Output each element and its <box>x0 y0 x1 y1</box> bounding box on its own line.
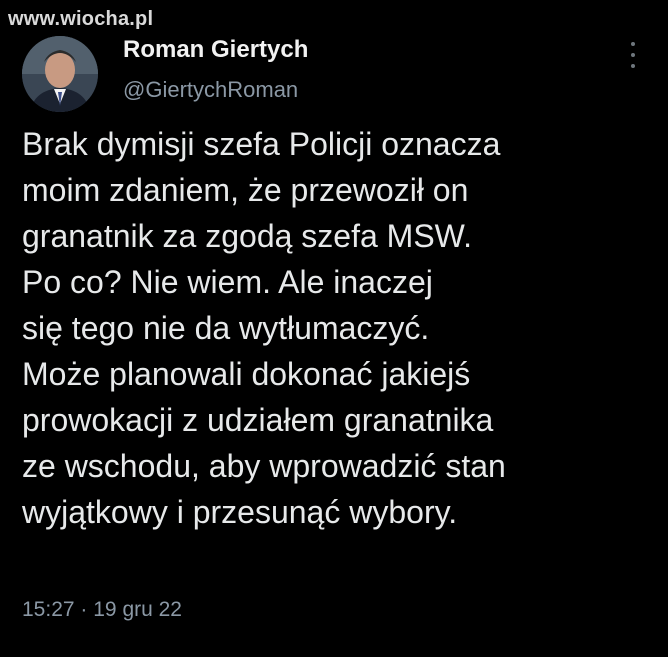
tweet-line: Brak dymisji szefa Policji oznacza <box>22 126 501 162</box>
tweet-card: www.wiocha.pl Roman Giertych @GiertychRo… <box>0 0 668 657</box>
tweet-line: granatnik za zgodą szefa MSW. <box>22 218 472 254</box>
tweet-time: 15:27 <box>22 598 75 621</box>
tweet-line: moim zdaniem, że przewoził on <box>22 172 469 208</box>
avatar-image <box>22 36 98 112</box>
meta-separator: · <box>80 598 88 621</box>
more-vertical-icon[interactable] <box>628 42 638 68</box>
tweet-line: prowokacji z udziałem granatnika <box>22 402 494 438</box>
tweet-date: 19 gru 22 <box>93 598 182 621</box>
tweet-text: Brak dymisji szefa Policji oznacza moim … <box>22 121 662 535</box>
avatar[interactable] <box>22 36 98 112</box>
tweet-line: Może planowali dokonać jakiejś <box>22 356 471 392</box>
tweet-line: ze wschodu, aby wprowadzić stan <box>22 448 506 484</box>
tweet-line: się tego nie da wytłumaczyć. <box>22 310 430 346</box>
author-name[interactable]: Roman Giertych <box>123 36 308 64</box>
author-handle[interactable]: @GiertychRoman <box>123 77 298 103</box>
more-dot <box>631 64 635 68</box>
more-dot <box>631 42 635 46</box>
watermark: www.wiocha.pl <box>8 8 154 30</box>
more-dot <box>631 53 635 57</box>
tweet-line: wyjątkowy i przesunąć wybory. <box>22 494 458 530</box>
tweet-timestamp[interactable]: 15:27 · 19 gru 22 <box>22 598 182 622</box>
tweet-line: Po co? Nie wiem. Ale inaczej <box>22 264 433 300</box>
